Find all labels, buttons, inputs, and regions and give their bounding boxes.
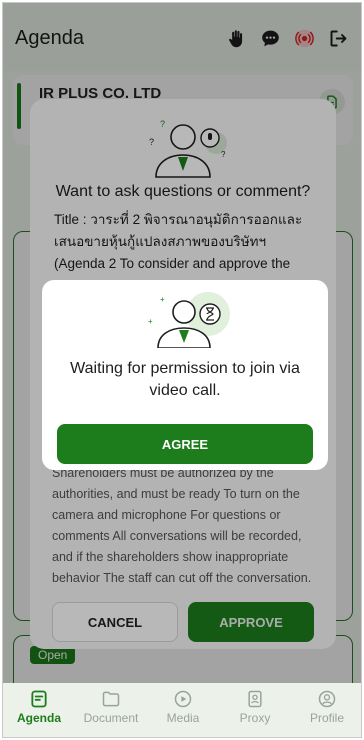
agree-button[interactable]: AGREE — [57, 424, 313, 464]
nav-label: Agenda — [16, 711, 61, 725]
document-icon — [102, 691, 120, 707]
svg-text:+: + — [148, 317, 153, 326]
nav-item-media[interactable]: Media — [147, 683, 219, 737]
waiting-person-icon: + + — [148, 292, 230, 348]
nav-label: Proxy — [239, 711, 271, 725]
permission-dialog: + + Waiting for permission to join via v… — [42, 280, 328, 470]
nav-item-agenda[interactable]: Agenda — [3, 683, 75, 737]
profile-icon — [318, 690, 336, 708]
svg-text:+: + — [160, 295, 165, 304]
agenda-icon — [31, 690, 47, 708]
proxy-icon — [248, 690, 262, 708]
nav-item-profile[interactable]: Profile — [291, 683, 361, 737]
app-screen: Agenda IR PLUS CO. LTD ป — [2, 2, 362, 738]
nav-label: Media — [166, 711, 200, 725]
nav-item-proxy[interactable]: Proxy — [219, 683, 291, 737]
permission-message: Waiting for permission to join via video… — [70, 360, 300, 399]
bottom-nav: Agenda Document Media Proxy Profile — [3, 683, 361, 737]
nav-label: Document — [83, 711, 139, 725]
nav-item-document[interactable]: Document — [75, 683, 147, 737]
media-icon — [174, 690, 192, 708]
nav-label: Profile — [309, 711, 344, 725]
